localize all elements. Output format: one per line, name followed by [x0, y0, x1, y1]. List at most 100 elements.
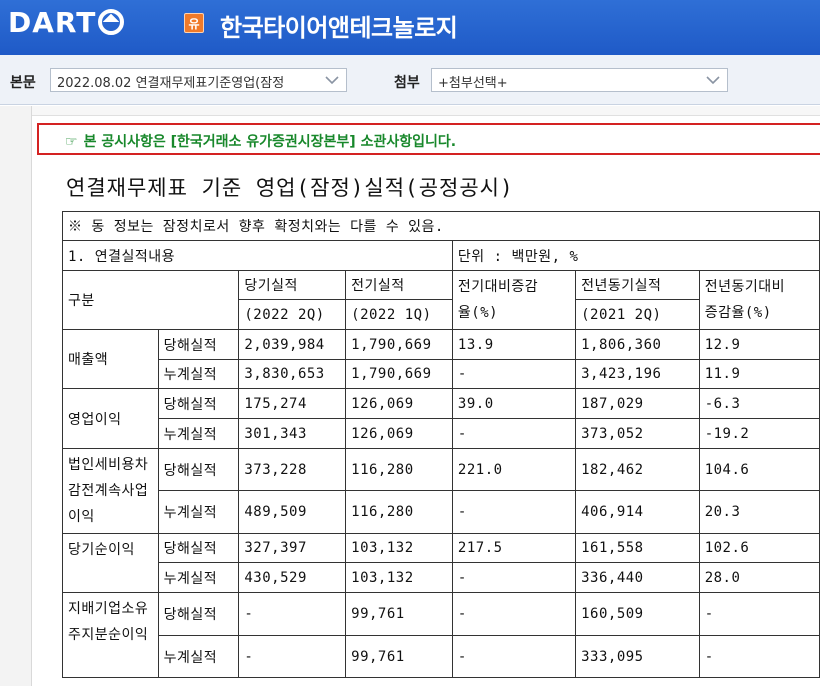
item-name: 영업이익	[62, 388, 159, 449]
cell-current: 2,039,984	[238, 329, 347, 360]
header-current: 당기실적	[238, 270, 347, 300]
cell-current: 430,529	[238, 562, 347, 593]
cell-yoy: 161,558	[575, 533, 700, 563]
cell-yoy: 187,029	[575, 388, 700, 419]
cell-yoy-rate: -19.2	[698, 418, 820, 449]
cell-current: 175,274	[238, 388, 347, 419]
period-label: 누계실적	[157, 359, 240, 389]
attachment-label: 첨부	[394, 75, 420, 91]
table-row: ※ 동 정보는 잠정치로서 향후 확정치와는 다를 수 있음.	[62, 211, 820, 241]
chevron-down-icon	[325, 76, 339, 85]
table-row: 누계실적 3,830,653 1,790,669 - 3,423,196 11.…	[63, 359, 820, 389]
period-label: 당해실적	[157, 388, 240, 419]
document-title: 연결재무제표 기준 영업(잠정)실적(공정공시)	[66, 176, 514, 200]
table-row: 매출액 당해실적 2,039,984 1,790,669 13.9 1,806,…	[62, 329, 820, 389]
cell-current: 301,343	[238, 418, 347, 449]
item-name: 법인세비용차감전계속사업이익	[62, 448, 159, 534]
cell-yoy-rate: -	[698, 592, 820, 636]
period-label: 누계실적	[157, 562, 240, 593]
item-name: 지배기업소유주지분순이익	[62, 592, 159, 678]
cell-yoy-rate: 11.9	[698, 359, 820, 389]
header-current-period: (2022 2Q)	[238, 299, 347, 330]
hand-pointing-icon: ☞	[65, 134, 78, 150]
cell-yoy: 182,462	[575, 448, 700, 491]
header-yoy-rate: 전년동기대비증감율(%)	[698, 270, 820, 330]
header-previous-period: (2022 1Q)	[345, 299, 453, 330]
cell-yoy-rate: 20.3	[698, 490, 820, 534]
cell-qoq: -	[451, 359, 577, 389]
header-qoq-line1: 전기대비증감	[457, 279, 539, 295]
cell-previous: 103,132	[345, 533, 453, 563]
period-label: 당해실적	[157, 533, 240, 563]
cell-qoq: 221.0	[451, 448, 577, 491]
cell-current: 489,509	[238, 490, 347, 534]
main-doc-label: 본문	[10, 75, 36, 91]
item-name: 당기순이익	[62, 533, 159, 593]
table-row: 누계실적 430,529 103,132 - 336,440 28.0	[63, 562, 820, 593]
logo-text: DART	[8, 5, 97, 39]
table-row: 법인세비용차감전계속사업이익 당해실적 373,228 116,280 221.…	[62, 448, 820, 534]
period-label: 누계실적	[157, 418, 240, 449]
table-row: 당기순이익 당해실적 327,397 103,132 217.5 161,558…	[62, 533, 820, 593]
cell-qoq: 13.9	[451, 329, 577, 360]
period-label: 당해실적	[157, 448, 240, 491]
period-label: 당해실적	[157, 329, 240, 360]
cell-yoy-rate: -	[698, 635, 820, 678]
header-qoq-rate: 전기대비증감 율(%)	[451, 270, 577, 330]
header-yoy: 전년동기실적	[575, 270, 700, 300]
table-row: 구분 당기실적 전기실적 전기대비증감 율(%) 전년동기실적 전년동기대비 증감율…	[61, 270, 820, 330]
earnings-table: ※ 동 정보는 잠정치로서 향후 확정치와는 다를 수 있음. 1. 연결실적내…	[61, 211, 820, 678]
cell-previous: 126,069	[345, 388, 453, 419]
period-label: 누계실적	[157, 490, 240, 534]
main-doc-select[interactable]: 2022.08.02 연결재무제표기준영업(잠정	[50, 68, 347, 92]
table-row: 누계실적 489,509 116,280 - 406,914 20.3	[63, 490, 820, 534]
company-type-badge: 유	[184, 13, 204, 33]
attachment-select-value: +첨부선택+	[438, 76, 508, 91]
cell-previous: 116,280	[345, 490, 453, 534]
cell-yoy: 3,423,196	[575, 359, 700, 389]
cell-yoy-rate: 102.6	[698, 533, 820, 563]
cell-yoy: 1,806,360	[575, 329, 700, 360]
cell-yoy: 336,440	[575, 562, 700, 593]
cell-qoq: -	[451, 635, 577, 678]
table-row: 누계실적 - 99,761 - 333,095 -	[63, 635, 820, 678]
app-header: DART 유 한국타이어앤테크놀로지	[0, 0, 820, 55]
jurisdiction-notice: ☞ 본 공시사항은 [한국거래소 유가증권시장본부] 소관사항입니다.	[37, 123, 820, 155]
cell-current: -	[238, 592, 347, 636]
cell-previous: 1,790,669	[345, 359, 453, 389]
logo-mark-icon	[98, 9, 125, 35]
cell-qoq: -	[451, 592, 577, 636]
header-yoy-rate-line1: 전년동기대비	[704, 279, 785, 295]
cell-previous: 99,761	[345, 635, 453, 678]
content-top-strip	[32, 106, 820, 116]
cell-current: 3,830,653	[238, 359, 347, 389]
period-label: 누계실적	[157, 635, 240, 678]
main-doc-select-value: 2022.08.02 연결재무제표기준영업(잠정	[57, 76, 285, 91]
cell-yoy-rate: 28.0	[698, 562, 820, 593]
section-title: 1. 연결실적내용	[62, 240, 453, 271]
dart-logo[interactable]: DART	[8, 5, 125, 39]
header-previous: 전기실적	[345, 270, 453, 300]
document-selector-bar: 본문 2022.08.02 연결재무제표기준영업(잠정 첨부 +첨부선택+	[0, 55, 820, 105]
cell-yoy: 406,914	[575, 490, 700, 534]
cell-qoq: -	[451, 418, 577, 449]
cell-yoy-rate: -6.3	[698, 388, 820, 419]
cell-qoq: 39.0	[451, 388, 577, 419]
cell-yoy: 373,052	[575, 418, 700, 449]
cell-previous: 1,790,669	[345, 329, 453, 360]
disclaimer-note: ※ 동 정보는 잠정치로서 향후 확정치와는 다를 수 있음.	[62, 211, 820, 241]
cell-yoy-rate: 12.9	[698, 329, 820, 360]
cell-current: -	[238, 635, 347, 678]
cell-yoy-rate: 104.6	[698, 448, 820, 491]
cell-qoq: -	[451, 490, 577, 534]
item-name: 매출액	[62, 329, 159, 389]
cell-yoy: 333,095	[575, 635, 700, 678]
header-yoy-period: (2021 2Q)	[575, 299, 700, 330]
period-label: 당해실적	[157, 592, 240, 636]
company-name: 한국타이어앤테크놀로지	[220, 14, 458, 42]
attachment-select[interactable]: +첨부선택+	[431, 68, 728, 92]
cell-previous: 116,280	[345, 448, 453, 491]
table-row: 누계실적 301,343 126,069 - 373,052 -19.2	[63, 418, 820, 449]
cell-current: 327,397	[238, 533, 347, 563]
header-yoy-rate-line2: 증감율(%)	[704, 305, 772, 321]
